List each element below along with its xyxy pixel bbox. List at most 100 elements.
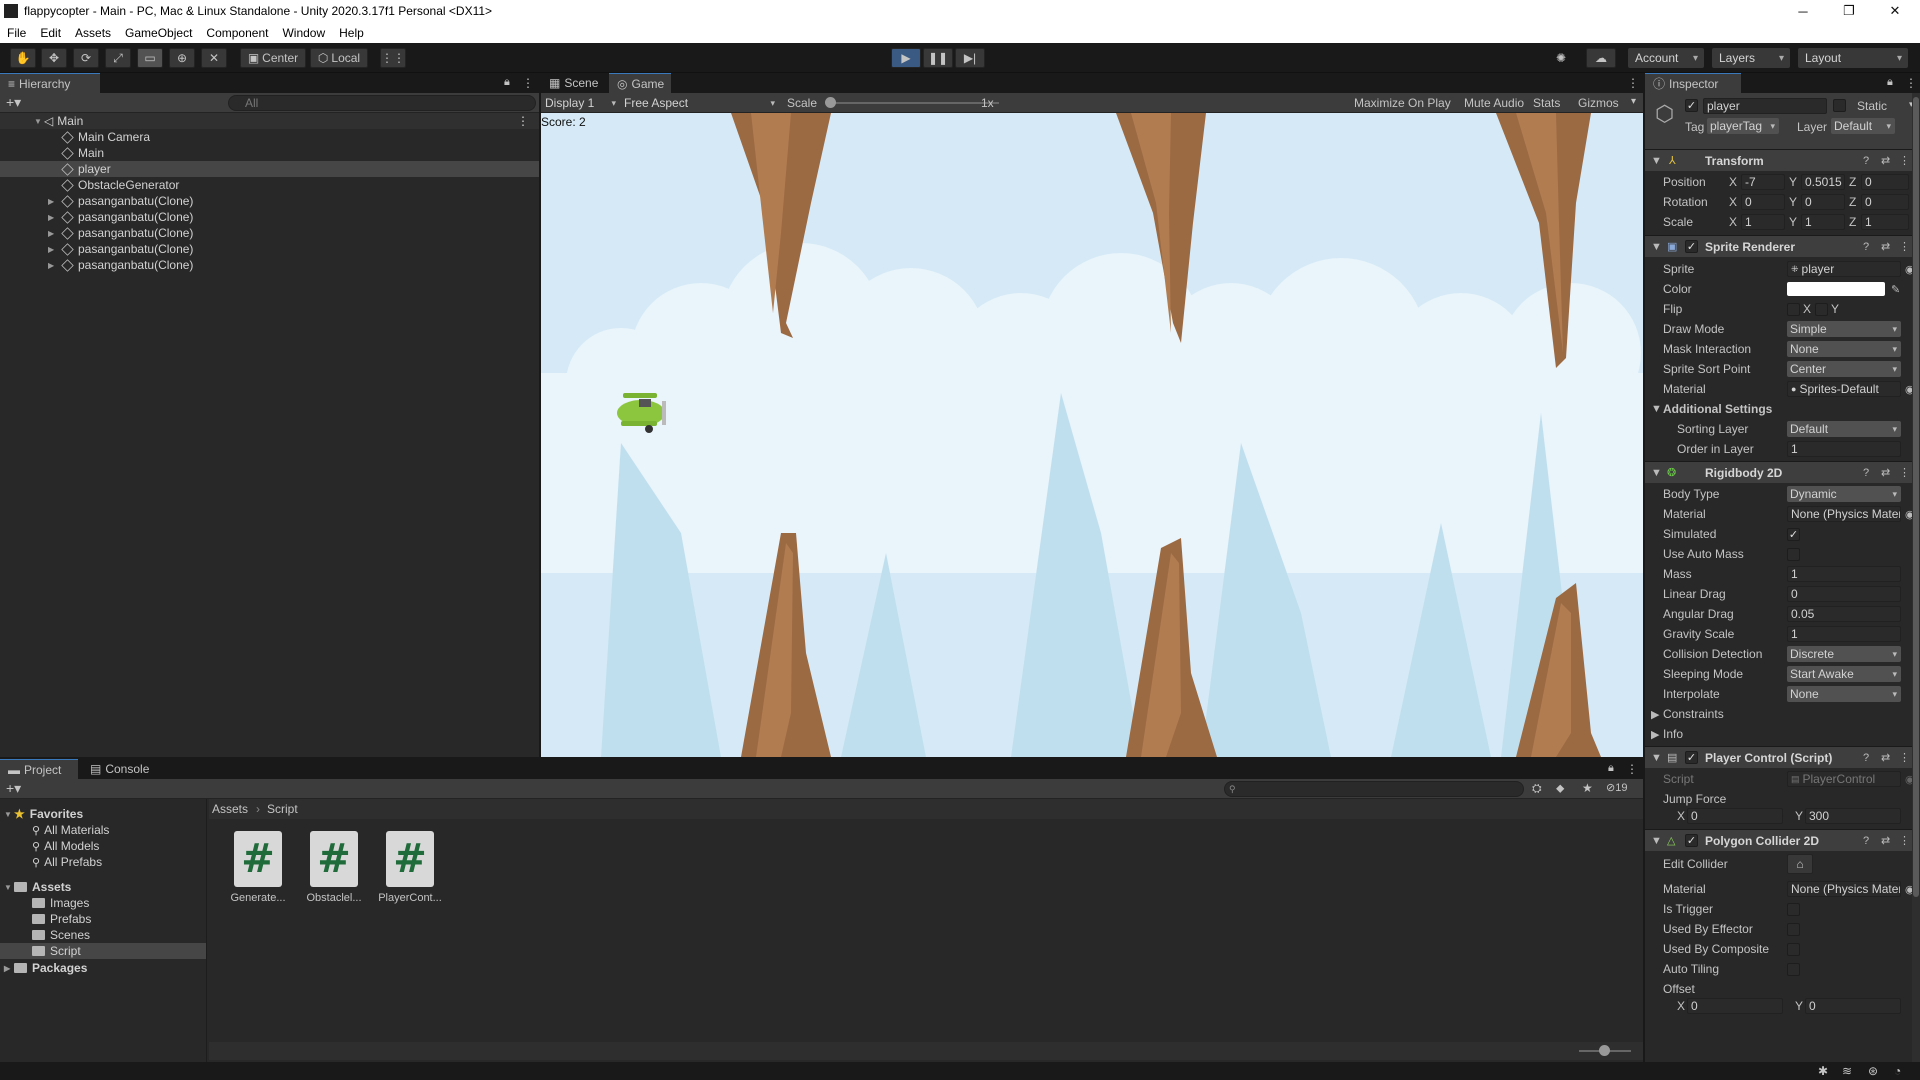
rotation-z-field[interactable]: 0: [1861, 194, 1909, 210]
body-type-dropdown[interactable]: Dynamic: [1787, 486, 1901, 502]
fold-open-icon[interactable]: ▼: [1651, 752, 1662, 764]
lock-icon[interactable]: 🔒︎: [504, 76, 510, 89]
tab-console[interactable]: ▤ Console: [82, 759, 166, 779]
assets-row[interactable]: ▼ Assets: [0, 879, 206, 895]
draw-mode-dropdown[interactable]: Simple: [1787, 321, 1901, 337]
flip-x-checkbox[interactable]: [1787, 303, 1800, 316]
hidden-count[interactable]: ⊘19: [1606, 781, 1627, 794]
sprite-renderer-header[interactable]: ▼ ▣ ✓ Sprite Renderer ? ⇄ ⋮: [1645, 235, 1920, 257]
flip-y-checkbox[interactable]: [1815, 303, 1828, 316]
pivot-center-button[interactable]: ▣ Center: [240, 48, 306, 68]
script-asset[interactable]: # Generate...: [223, 831, 293, 904]
menu-help[interactable]: Help: [332, 26, 371, 40]
simulated-checkbox[interactable]: ✓: [1787, 528, 1800, 541]
auto-tiling-checkbox[interactable]: [1787, 963, 1800, 976]
menu-component[interactable]: Component: [199, 26, 275, 40]
fold-open-icon[interactable]: ▼: [1651, 155, 1662, 167]
used-by-effector-checkbox[interactable]: [1787, 923, 1800, 936]
gizmos-toggle[interactable]: Gizmos: [1578, 96, 1619, 110]
tab-scene[interactable]: ▦ Scene: [541, 73, 609, 93]
hierarchy-item[interactable]: ▶ pasanganbatu(Clone): [0, 193, 539, 209]
packages-row[interactable]: ▶ Packages: [0, 960, 206, 976]
presets-icon[interactable]: ⇄: [1881, 834, 1890, 847]
minimize-icon[interactable]: ─: [1780, 0, 1826, 22]
play-button[interactable]: ▶: [891, 48, 921, 68]
script-asset[interactable]: # PlayerCont...: [375, 831, 445, 904]
tag-dropdown[interactable]: playerTag: [1707, 118, 1779, 134]
color-swatch[interactable]: [1787, 282, 1885, 296]
is-trigger-checkbox[interactable]: [1787, 903, 1800, 916]
eyedropper-icon[interactable]: ✎: [1891, 283, 1900, 296]
layers-dropdown[interactable]: Layers: [1712, 48, 1790, 68]
script-asset[interactable]: # Obstaclel...: [299, 831, 369, 904]
grid-snap-icon[interactable]: ⋮⋮: [380, 48, 406, 68]
menu-window[interactable]: Window: [275, 26, 332, 40]
scale-y-field[interactable]: 1: [1801, 214, 1845, 230]
fold-closed-icon[interactable]: ▶: [1651, 708, 1659, 721]
pc-material-field[interactable]: None (Physics Material 2D): [1787, 881, 1901, 897]
rotation-y-field[interactable]: 0: [1801, 194, 1845, 210]
tab-inspector[interactable]: ⓘ Inspector: [1645, 73, 1741, 93]
maximize-icon[interactable]: ❐: [1826, 0, 1872, 22]
layers-stack-icon[interactable]: ≋: [1842, 1064, 1852, 1078]
custom-tool-icon[interactable]: ✕: [201, 48, 227, 68]
hierarchy-item[interactable]: ▶ pasanganbatu(Clone): [0, 241, 539, 257]
offset-x-field[interactable]: 0: [1687, 998, 1783, 1014]
rigidbody-header[interactable]: ▼ ❂ Rigidbody 2D ? ⇄ ⋮: [1645, 461, 1920, 483]
help-icon[interactable]: ?: [1863, 467, 1869, 479]
cloud-icon[interactable]: ☁: [1586, 48, 1616, 68]
pivot-local-button[interactable]: ⬡ Local: [310, 48, 368, 68]
breadcrumb-assets[interactable]: Assets: [212, 802, 248, 816]
component-menu-icon[interactable]: ⋮: [1899, 240, 1910, 253]
favorite-item[interactable]: ⚲ All Materials: [0, 822, 206, 838]
hierarchy-item[interactable]: Main: [0, 145, 539, 161]
bug-icon[interactable]: ✱: [1818, 1064, 1828, 1078]
player-control-header[interactable]: ▼ ▤ ✓ Player Control (Script) ? ⇄ ⋮: [1645, 746, 1920, 768]
menu-file[interactable]: File: [0, 26, 33, 40]
fold-open-icon[interactable]: ▼: [1651, 241, 1662, 253]
scale-slider-track[interactable]: [831, 102, 999, 104]
favorite-item[interactable]: ⚲ All Models: [0, 838, 206, 854]
folder-item[interactable]: Prefabs: [0, 911, 206, 927]
rotate-tool-icon[interactable]: ⟳: [73, 48, 99, 68]
move-tool-icon[interactable]: ✥: [41, 48, 67, 68]
fold-closed-icon[interactable]: ▶: [1651, 728, 1659, 741]
jump-force-y-field[interactable]: 300: [1805, 808, 1901, 824]
panel-menu-icon[interactable]: ⋮: [522, 76, 534, 90]
add-object-icon[interactable]: +▾: [6, 94, 21, 111]
account-dropdown[interactable]: Account: [1628, 48, 1704, 68]
jump-force-x-field[interactable]: 0: [1687, 808, 1783, 824]
favorite-star-icon[interactable]: ★: [1582, 781, 1593, 795]
transform-header[interactable]: ▼ ⅄ Transform ? ⇄ ⋮: [1645, 149, 1920, 171]
rotation-x-field[interactable]: 0: [1741, 194, 1785, 210]
gizmos-dropdown-icon[interactable]: ▾: [1631, 96, 1636, 107]
presets-icon[interactable]: ⇄: [1881, 466, 1890, 479]
menu-edit[interactable]: Edit: [33, 26, 68, 40]
auto-mass-checkbox[interactable]: [1787, 548, 1800, 561]
hierarchy-item-selected[interactable]: player: [0, 161, 539, 177]
material-field[interactable]: ● Sprites-Default: [1787, 381, 1901, 397]
hierarchy-item[interactable]: ▶ pasanganbatu(Clone): [0, 209, 539, 225]
mass-field[interactable]: 1: [1787, 566, 1901, 582]
game-view[interactable]: Score: 2: [541, 113, 1643, 757]
fold-closed-icon[interactable]: ▶: [48, 197, 58, 206]
fold-open-icon[interactable]: ▼: [1651, 467, 1662, 479]
presets-icon[interactable]: ⇄: [1881, 751, 1890, 764]
hierarchy-search-input[interactable]: All: [228, 95, 536, 111]
component-menu-icon[interactable]: ⋮: [1899, 751, 1910, 764]
active-checkbox[interactable]: ✓: [1685, 99, 1698, 112]
fold-closed-icon[interactable]: ▶: [48, 261, 58, 270]
scale-tool-icon[interactable]: ⤢: [105, 48, 131, 68]
sleeping-mode-dropdown[interactable]: Start Awake: [1787, 666, 1901, 682]
favorites-row[interactable]: ▼ ★ Favorites: [0, 806, 206, 822]
position-y-field[interactable]: 0.5015: [1801, 174, 1845, 190]
scene-menu-icon[interactable]: ⋮: [517, 114, 529, 128]
progress-icon[interactable]: ◔: [1894, 1064, 1901, 1078]
collab-icon[interactable]: ✺: [1548, 48, 1574, 68]
transform-tool-icon[interactable]: ⊕: [169, 48, 195, 68]
layout-dropdown[interactable]: Layout: [1798, 48, 1908, 68]
sprite-renderer-enabled-checkbox[interactable]: ✓: [1685, 240, 1698, 253]
rb-material-field[interactable]: None (Physics Material 2D): [1787, 506, 1901, 522]
fold-closed-icon[interactable]: ▶: [48, 213, 58, 222]
layer-dropdown[interactable]: Default: [1831, 118, 1895, 134]
